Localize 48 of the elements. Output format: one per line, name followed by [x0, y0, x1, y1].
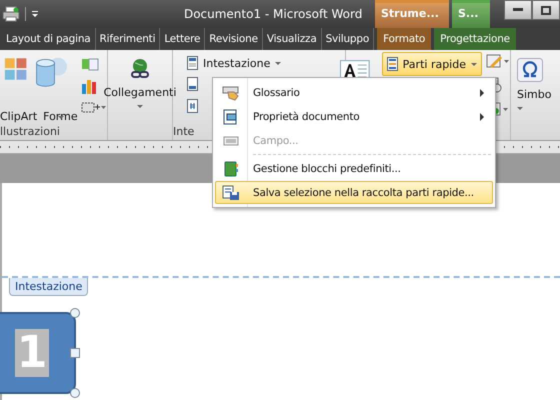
ribbon-tab[interactable]: Progettazione	[434, 28, 516, 50]
maximize-icon	[541, 6, 551, 14]
caret-icon	[275, 62, 282, 64]
minimize-icon	[513, 8, 523, 12]
resize-handle[interactable]	[70, 388, 80, 398]
caret-icon	[137, 105, 143, 108]
smartart-icon[interactable]	[81, 56, 99, 72]
save-gallery-icon	[222, 184, 240, 200]
symbol-button[interactable]: Simbo	[511, 50, 560, 110]
caret-icon	[471, 62, 477, 66]
header-button[interactable]: Intestazione	[183, 54, 286, 72]
omega-icon	[517, 58, 543, 82]
window-title: Documento1 - Microsoft Word	[182, 7, 364, 21]
quick-parts-icon	[386, 57, 398, 71]
page-number-icon[interactable]	[187, 99, 198, 113]
caret-icon	[517, 107, 523, 110]
picture-gallery-icon[interactable]	[4, 56, 28, 82]
maximize-button[interactable]	[532, 0, 560, 20]
menu-item[interactable]: Salva selezione nella raccolta parti rapide...	[215, 181, 493, 204]
signature-pen-icon[interactable]	[486, 53, 510, 69]
resize-handle[interactable]	[70, 308, 80, 318]
bar-chart-icon[interactable]	[81, 78, 99, 94]
contextual-tab-header: S...	[452, 0, 490, 28]
resize-handle[interactable]	[70, 348, 80, 358]
quick-parts-button[interactable]: Parti rapide	[382, 52, 482, 76]
printer-icon[interactable]	[2, 6, 20, 22]
globe-link-icon	[129, 58, 151, 80]
menu-item[interactable]: Proprietà documento	[215, 105, 493, 128]
keyboard-hand-icon	[222, 84, 240, 100]
links-button[interactable]: Collegamenti	[104, 50, 176, 140]
submenu-arrow-icon	[480, 88, 484, 96]
shapes-button[interactable]: Forme	[43, 110, 78, 123]
submenu-arrow-icon	[480, 112, 484, 120]
minimize-button[interactable]	[504, 0, 532, 20]
page-number: 1	[14, 329, 50, 377]
caret-icon	[58, 116, 64, 119]
menu-item[interactable]: Gestione blocchi predefiniti...	[215, 157, 493, 180]
dropdown-icon[interactable]	[31, 9, 39, 19]
ribbon-tab[interactable]: Formato	[377, 28, 432, 50]
contextual-tab-header: Strume...	[375, 0, 449, 28]
screenshot-icon[interactable]	[81, 100, 107, 114]
group-label: llustrazioni	[0, 125, 60, 138]
book-icon	[222, 160, 240, 176]
menu-item[interactable]: Glossario	[215, 81, 493, 104]
clipart-button[interactable]: ClipArt	[0, 110, 38, 123]
page-header-icon	[187, 56, 198, 70]
header-tag: Intestazione	[9, 278, 88, 296]
page-footer-icon[interactable]	[187, 77, 198, 91]
